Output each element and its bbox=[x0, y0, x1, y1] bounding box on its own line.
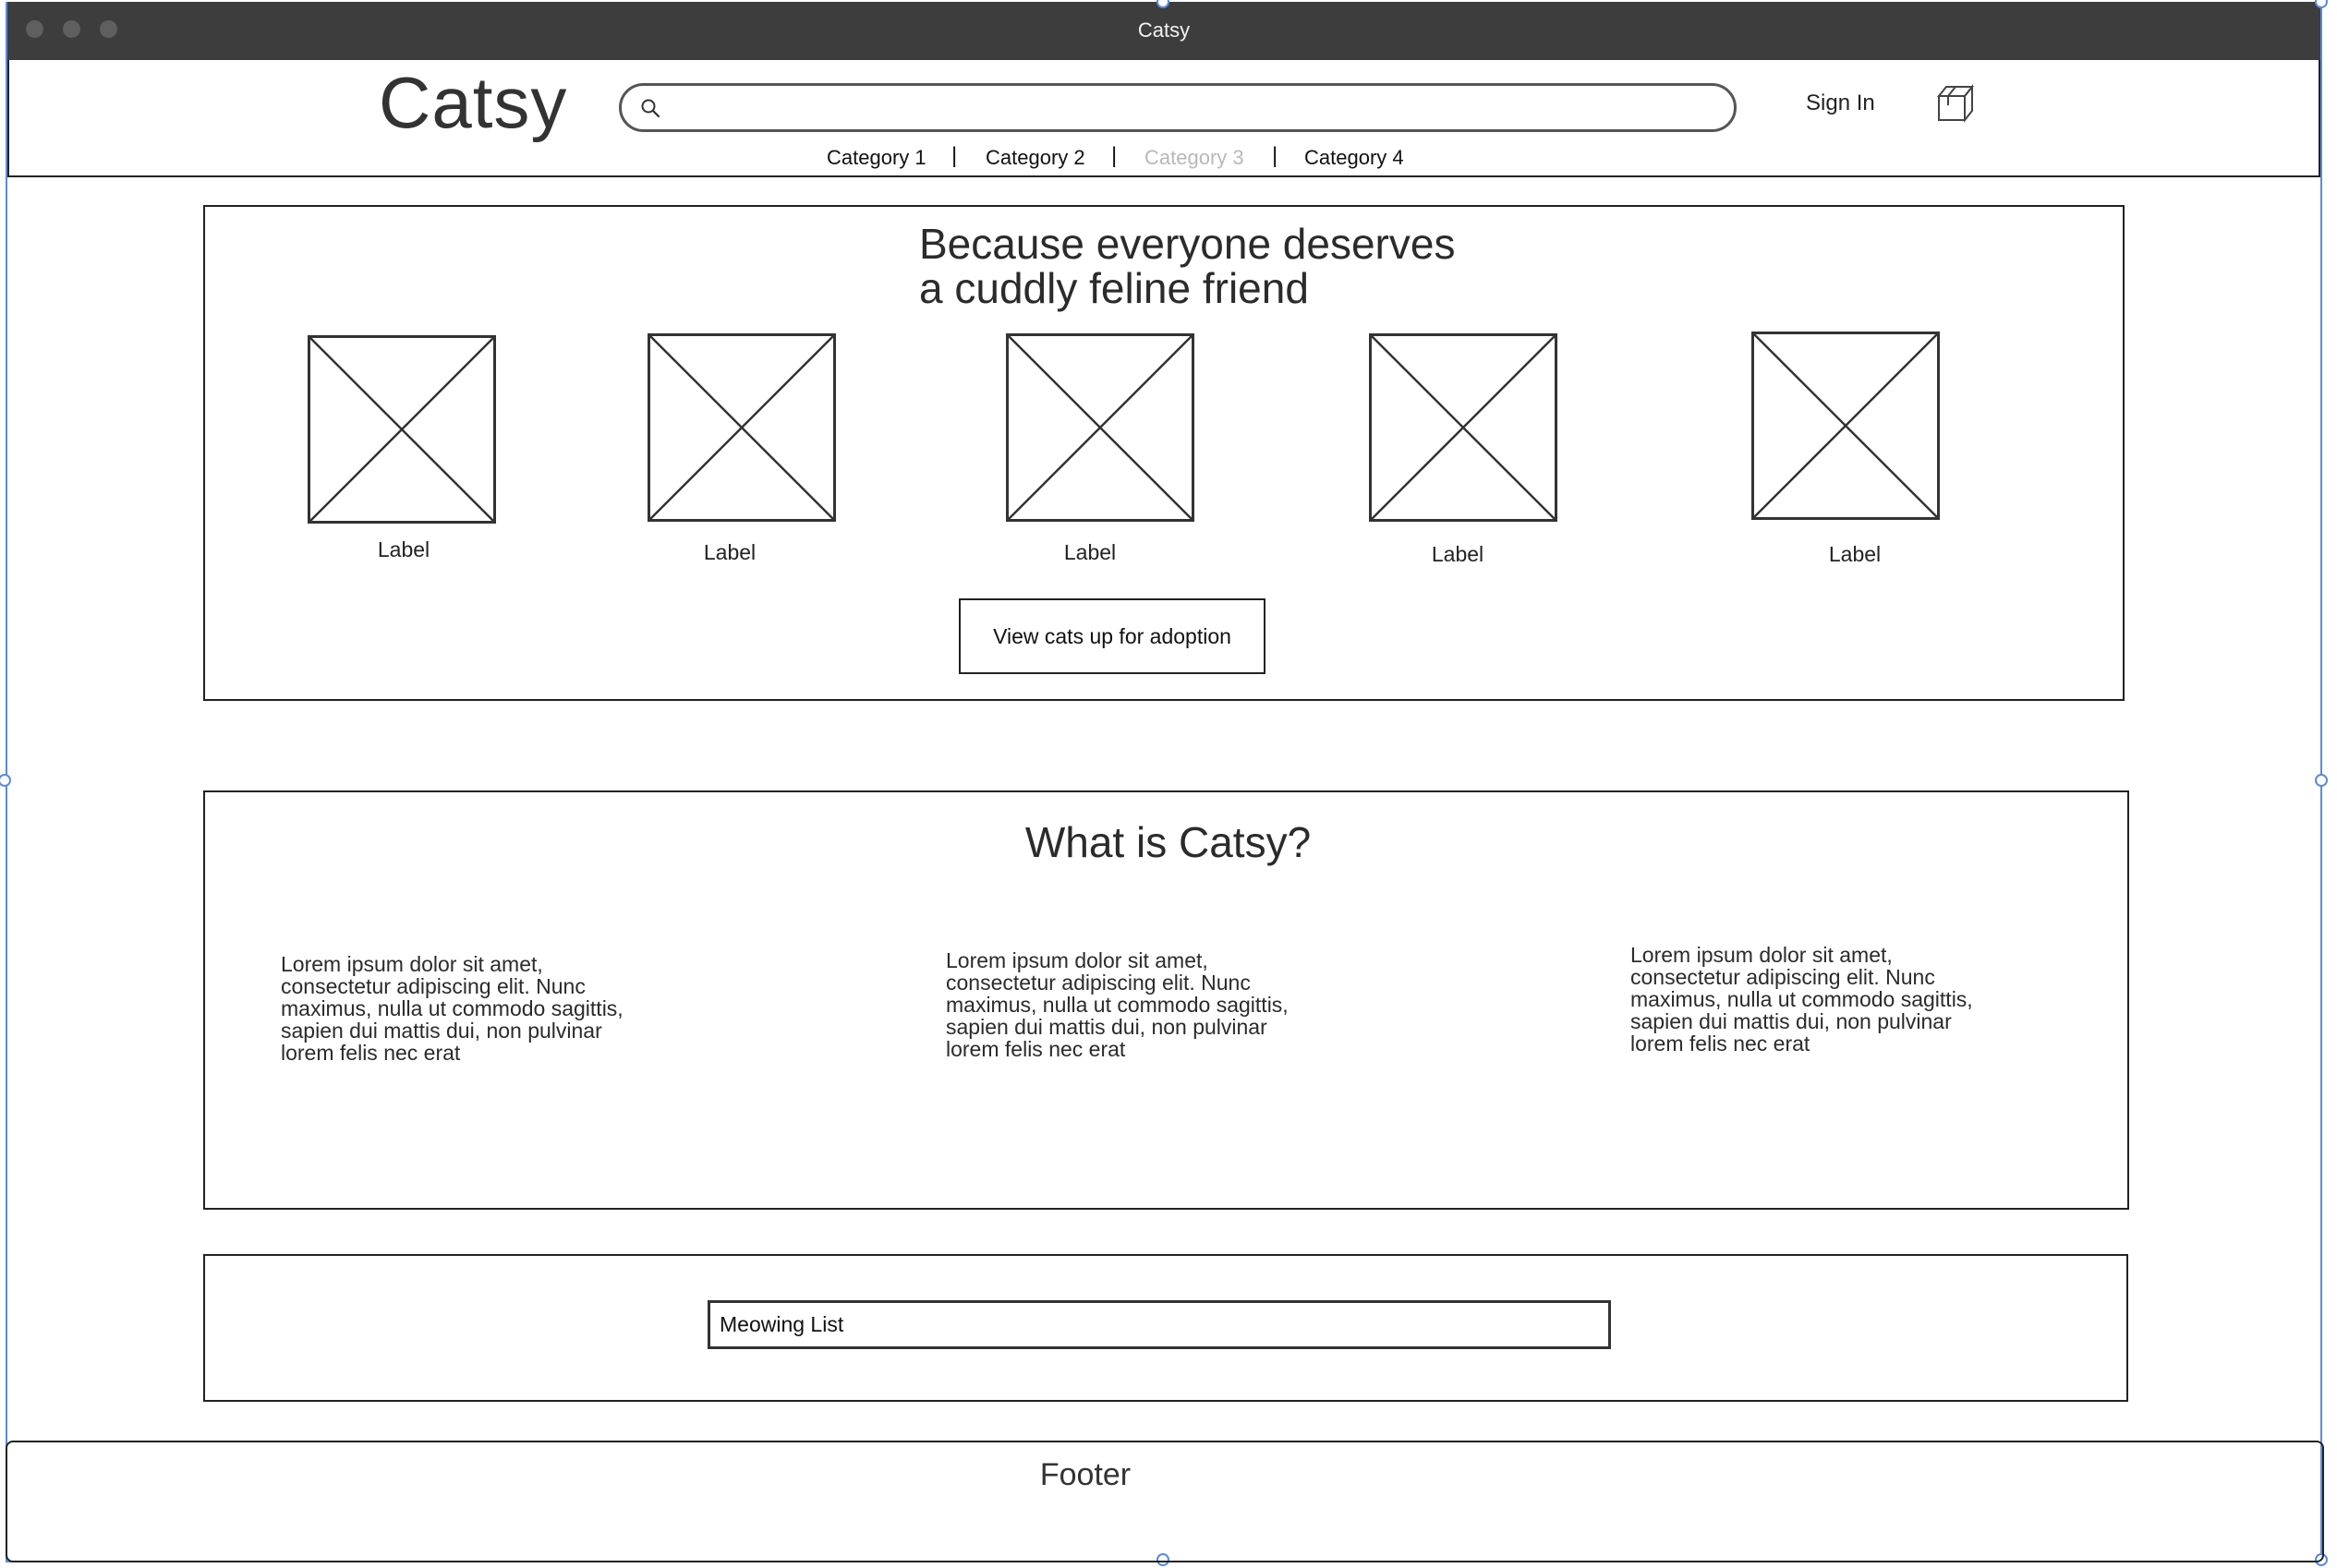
meowing-list-input[interactable] bbox=[708, 1300, 1611, 1349]
resize-handle-top-right[interactable] bbox=[2315, 0, 2328, 8]
sign-in-link[interactable]: Sign In bbox=[1806, 90, 1875, 116]
search-icon bbox=[641, 99, 660, 118]
about-text-column: Lorem ipsum dolor sit amet, consectetur … bbox=[281, 953, 632, 1064]
text-line: Lorem ipsum dolor sit amet, bbox=[1630, 943, 1893, 967]
hero-title-line: a cuddly feline friend bbox=[919, 264, 1309, 312]
image-placeholder[interactable] bbox=[1751, 332, 1940, 520]
nav-category-2[interactable]: Category 2 bbox=[986, 146, 1085, 170]
hero-title: Because everyone deserves a cuddly felin… bbox=[919, 222, 1455, 310]
view-adoption-button[interactable]: View cats up for adoption bbox=[959, 598, 1265, 674]
item-label: Label bbox=[1063, 540, 1117, 564]
box-icon[interactable] bbox=[1935, 83, 1976, 124]
text-line: lorem felis nec erat bbox=[1630, 1031, 1810, 1055]
text-line: sapien dui mattis dui, non pulvinar bbox=[946, 1015, 1267, 1039]
item-label: Label bbox=[377, 537, 430, 561]
resize-handle-right[interactable] bbox=[2315, 774, 2328, 787]
image-placeholder[interactable] bbox=[308, 335, 496, 524]
nav-category-4[interactable]: Category 4 bbox=[1304, 146, 1404, 170]
image-placeholder[interactable] bbox=[1006, 333, 1194, 522]
text-line: maximus, nulla ut commodo sagittis, bbox=[946, 993, 1289, 1017]
about-text-column: Lorem ipsum dolor sit amet, consectetur … bbox=[1630, 944, 1981, 1055]
nav-category-1[interactable]: Category 1 bbox=[827, 146, 926, 170]
search-bar[interactable] bbox=[619, 83, 1737, 132]
site-logo[interactable]: Catsy bbox=[379, 61, 567, 145]
text-line: Lorem ipsum dolor sit amet, bbox=[281, 952, 543, 976]
nav-separator: | bbox=[1111, 143, 1118, 168]
about-title: What is Catsy? bbox=[1024, 818, 1312, 866]
item-label: Label bbox=[703, 540, 757, 564]
text-line: maximus, nulla ut commodo sagittis, bbox=[281, 996, 624, 1020]
text-line: lorem felis nec erat bbox=[281, 1041, 461, 1065]
image-placeholder[interactable] bbox=[1369, 333, 1557, 522]
hero-title-line: Because everyone deserves bbox=[919, 220, 1456, 268]
item-label: Label bbox=[1431, 542, 1484, 566]
text-line: Lorem ipsum dolor sit amet, bbox=[946, 948, 1208, 972]
footer-label: Footer bbox=[1039, 1457, 1132, 1492]
nav-category-3: Category 3 bbox=[1144, 146, 1244, 169]
item-label: Label bbox=[1828, 542, 1882, 566]
text-line: lorem felis nec erat bbox=[946, 1037, 1126, 1061]
nav-separator: | bbox=[1272, 143, 1278, 168]
text-line: sapien dui mattis dui, non pulvinar bbox=[1630, 1009, 1952, 1033]
nav-separator: | bbox=[951, 143, 958, 168]
text-line: consectetur adipiscing elit. Nunc bbox=[1630, 965, 1935, 989]
text-line: sapien dui mattis dui, non pulvinar bbox=[281, 1019, 602, 1043]
text-line: consectetur adipiscing elit. Nunc bbox=[281, 974, 586, 998]
text-line: consectetur adipiscing elit. Nunc bbox=[946, 971, 1251, 995]
about-text-column: Lorem ipsum dolor sit amet, consectetur … bbox=[946, 949, 1297, 1060]
text-line: maximus, nulla ut commodo sagittis, bbox=[1630, 987, 1973, 1011]
search-input[interactable] bbox=[670, 91, 1723, 125]
image-placeholder[interactable] bbox=[648, 333, 836, 522]
